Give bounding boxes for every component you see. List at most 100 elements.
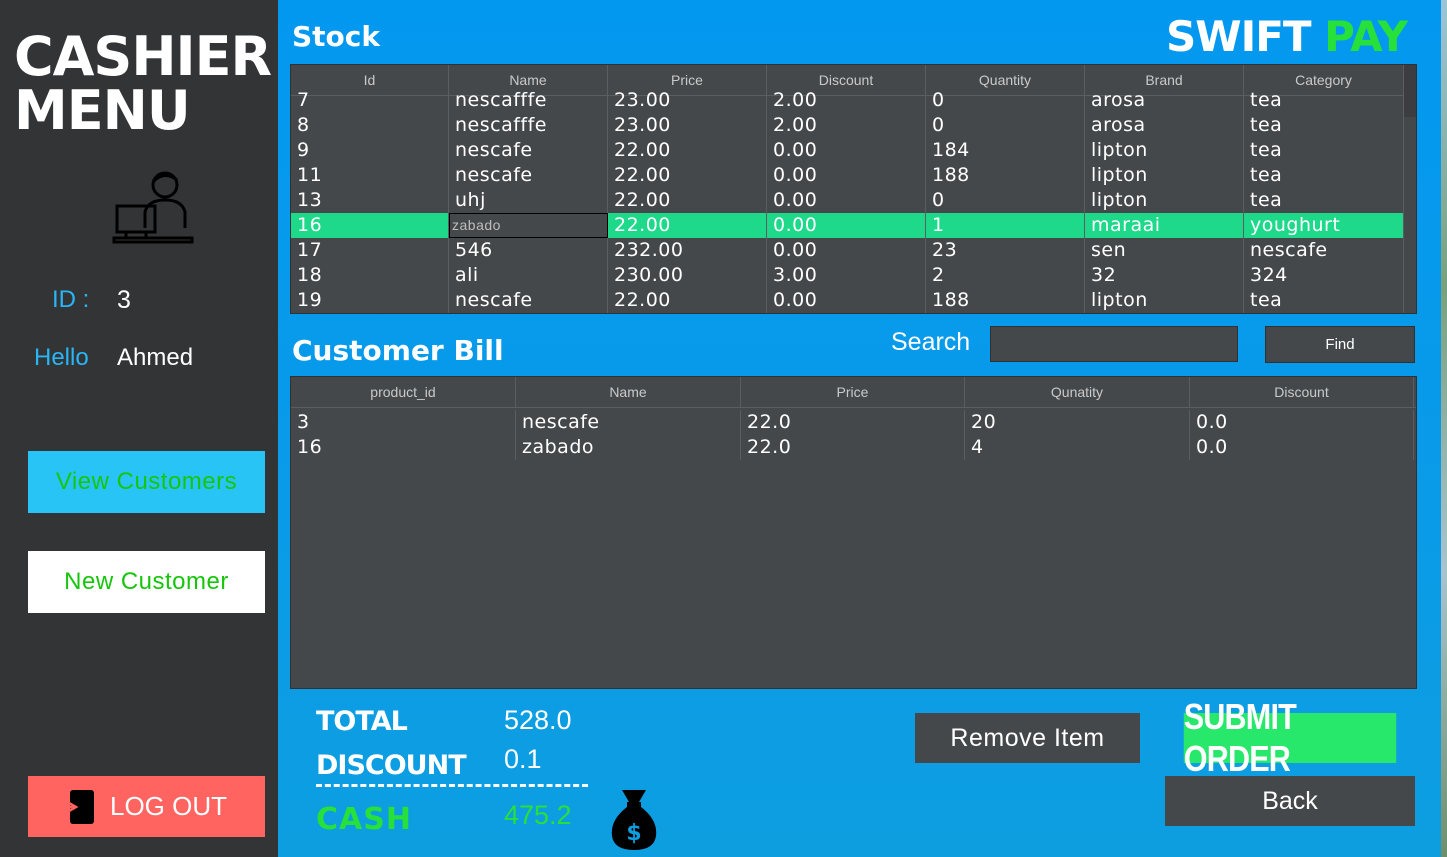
table-cell[interactable]: 0 [926,88,1085,113]
table-cell[interactable]: 1 [926,213,1085,238]
table-cell[interactable]: 3 [291,410,516,435]
table-cell[interactable]: nescafe [449,163,608,188]
table-cell[interactable]: 23 [926,238,1085,263]
table-cell[interactable]: 22.00 [608,138,767,163]
table-row-selected[interactable]: 16 zabado 22.00 0.00 1 maraai youghurt [291,213,1416,238]
table-cell[interactable]: 22.00 [608,188,767,213]
table-cell[interactable]: 0.00 [767,163,926,188]
table-cell[interactable]: nescafffe [449,88,608,113]
stock-scrollbar-thumb[interactable] [1404,65,1416,117]
table-cell[interactable]: nescafe [1244,238,1404,263]
column-header[interactable]: Discount [1190,377,1414,407]
table-cell[interactable]: 232.00 [608,238,767,263]
logout-button[interactable]: LOG OUT [28,776,265,837]
table-cell[interactable]: arosa [1085,88,1244,113]
find-button[interactable]: Find [1265,326,1415,363]
table-cell[interactable]: tea [1244,163,1404,188]
table-cell[interactable]: nescafe [449,138,608,163]
table-row[interactable]: 7 nescafffe 23.00 2.00 0 arosa tea [291,88,1416,113]
table-cell[interactable]: 184 [926,138,1085,163]
table-row[interactable]: 17 546 232.00 0.00 23 sen nescafe [291,238,1416,263]
table-cell[interactable]: 546 [449,238,608,263]
table-cell[interactable]: ali [449,263,608,288]
table-cell[interactable]: tea [1244,138,1404,163]
table-cell[interactable]: 19 [291,288,449,313]
back-button[interactable]: Back [1165,776,1415,826]
submit-order-button[interactable]: SUBMIT ORDER [1183,696,1397,779]
table-cell[interactable]: 2.00 [767,113,926,138]
customer-bill-table[interactable]: product_id Name Price Qunatity Discount 3 nes… [290,376,1417,689]
table-cell[interactable]: 0.00 [767,138,926,163]
table-cell[interactable]: 0.00 [767,188,926,213]
new-customer-button[interactable]: New Customer [28,551,265,613]
table-cell[interactable]: 7 [291,88,449,113]
table-cell[interactable]: tea [1244,188,1404,213]
table-cell[interactable]: tea [1244,88,1404,113]
table-row[interactable]: 3 nescafe 22.0 20 0.0 [291,410,1416,435]
table-cell[interactable]: 0.00 [767,213,926,238]
table-cell[interactable]: lipton [1085,288,1244,313]
table-cell[interactable]: 18 [291,263,449,288]
table-cell[interactable]: 188 [926,288,1085,313]
table-cell-editor[interactable]: zabado [449,213,608,238]
table-cell[interactable]: 22.0 [741,410,965,435]
table-cell[interactable]: 188 [926,163,1085,188]
table-cell[interactable]: 0.00 [767,288,926,313]
table-cell[interactable]: 11 [291,163,449,188]
table-cell[interactable]: 13 [291,188,449,213]
remove-item-button[interactable]: Remove Item [915,713,1140,763]
column-header[interactable]: product_id [291,377,516,407]
table-cell[interactable]: 0 [926,188,1085,213]
table-row[interactable]: 8 nescafffe 23.00 2.00 0 arosa tea [291,113,1416,138]
table-cell[interactable]: maraai [1085,213,1244,238]
table-cell[interactable]: 23.00 [608,88,767,113]
table-cell[interactable]: nescafffe [449,113,608,138]
table-cell[interactable]: 2 [926,263,1085,288]
table-cell[interactable]: 8 [291,113,449,138]
table-cell[interactable]: 0.00 [767,238,926,263]
table-cell[interactable]: arosa [1085,113,1244,138]
column-header[interactable]: Price [741,377,965,407]
table-row[interactable]: 19 nescafe 22.00 0.00 188 lipton tea [291,288,1416,313]
table-cell[interactable]: 3.00 [767,263,926,288]
column-header[interactable]: Name [516,377,741,407]
table-cell[interactable]: sen [1085,238,1244,263]
table-cell[interactable]: nescafe [449,288,608,313]
view-customers-button[interactable]: View Customers [28,451,265,513]
table-cell[interactable]: 17 [291,238,449,263]
table-cell[interactable]: tea [1244,288,1404,313]
table-cell[interactable]: 16 [291,435,516,460]
table-cell[interactable]: 0.0 [1190,435,1414,460]
table-cell[interactable]: 9 [291,138,449,163]
stock-table[interactable]: Id Name Price Discount Quantity Brand Category… [290,64,1417,314]
table-cell[interactable]: uhj [449,188,608,213]
table-cell[interactable]: 22.00 [608,288,767,313]
table-cell[interactable]: lipton [1085,163,1244,188]
table-cell[interactable]: 324 [1244,263,1404,288]
table-cell[interactable]: 230.00 [608,263,767,288]
table-cell[interactable]: lipton [1085,188,1244,213]
table-row[interactable]: 16 zabado 22.0 4 0.0 [291,435,1416,460]
table-row[interactable]: 11 nescafe 22.00 0.00 188 lipton tea [291,163,1416,188]
table-cell[interactable]: lipton [1085,138,1244,163]
table-cell[interactable]: 32 [1085,263,1244,288]
table-row[interactable]: 9 nescafe 22.00 0.00 184 lipton tea [291,138,1416,163]
table-cell[interactable]: zabado [516,435,741,460]
table-cell[interactable]: 2.00 [767,88,926,113]
table-cell[interactable]: 20 [965,410,1190,435]
table-cell[interactable]: nescafe [516,410,741,435]
table-cell[interactable]: youghurt [1244,213,1404,238]
table-cell[interactable]: 16 [291,213,449,238]
table-row[interactable]: 18 ali 230.00 3.00 2 32 324 [291,263,1416,288]
table-cell[interactable]: 0 [926,113,1085,138]
table-cell[interactable]: 4 [965,435,1190,460]
table-cell[interactable]: 22.0 [741,435,965,460]
column-header[interactable]: Qunatity [965,377,1190,407]
search-input[interactable] [990,326,1238,362]
table-cell[interactable]: 22.00 [608,213,767,238]
table-cell[interactable]: 23.00 [608,113,767,138]
table-cell[interactable]: tea [1244,113,1404,138]
table-cell[interactable]: 0.0 [1190,410,1414,435]
stock-scrollbar[interactable] [1404,65,1416,313]
table-row[interactable]: 13 uhj 22.00 0.00 0 lipton tea [291,188,1416,213]
